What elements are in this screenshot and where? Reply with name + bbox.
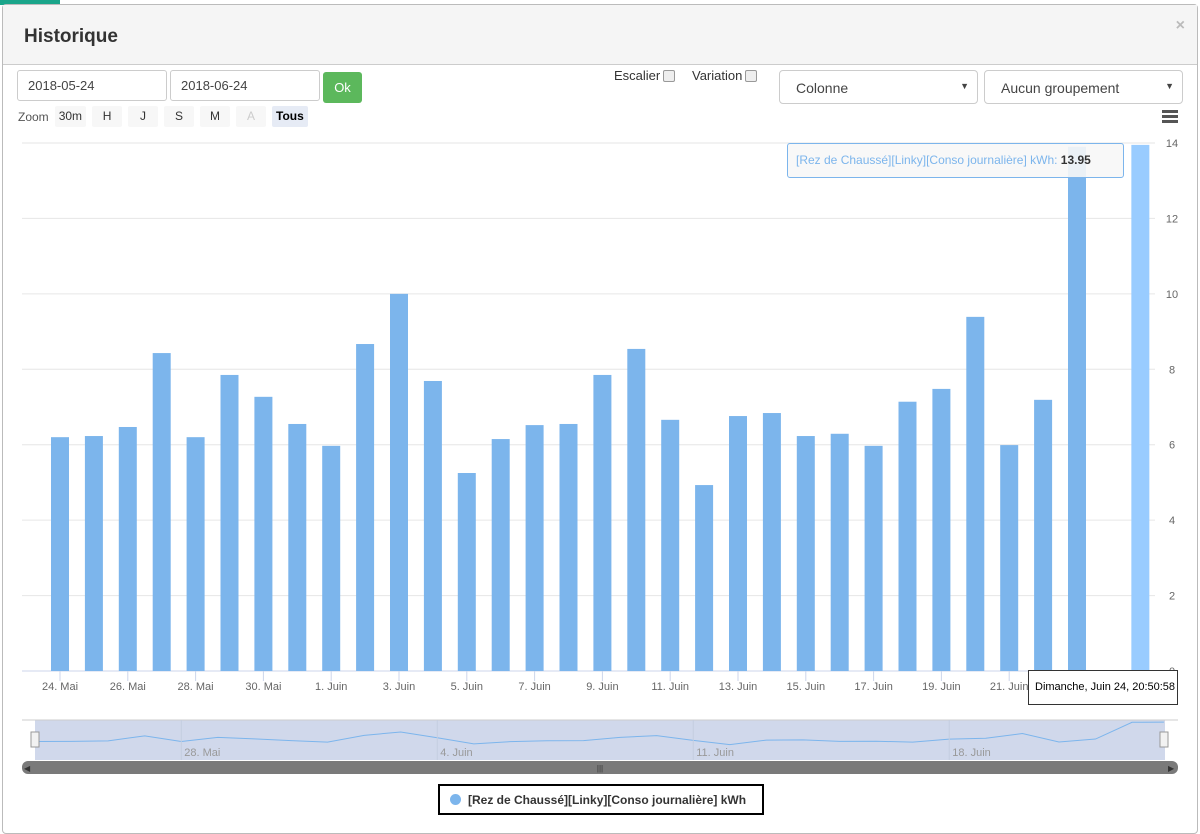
bar (356, 344, 375, 671)
x-tick-label: 17. Juin (854, 681, 893, 693)
bar (525, 425, 544, 671)
chart-legend[interactable]: [Rez de Chaussé][Linky][Conso journalièr… (438, 784, 764, 815)
bar (322, 445, 341, 671)
y-tick-label: 4 (1169, 515, 1175, 527)
navigator-handle[interactable] (1159, 731, 1169, 748)
y-tick-label: 12 (1166, 213, 1178, 225)
scroll-left-icon: ◀ (24, 764, 31, 773)
scroll-right-icon: ▶ (1168, 764, 1175, 773)
tooltip-value: 13.95 (1060, 153, 1091, 167)
y-tick-label: 10 (1166, 289, 1178, 301)
x-tick-label: 30. Mai (245, 681, 281, 693)
bar (288, 423, 307, 671)
x-tick-label: 28. Mai (178, 681, 214, 693)
bar (152, 353, 171, 671)
bar (118, 426, 137, 671)
x-axis-tooltip: Dimanche, Juin 24, 20:50:58 (1028, 670, 1178, 705)
bar (457, 473, 476, 671)
x-tick-label: 13. Juin (719, 681, 758, 693)
x-tick-label: 5. Juin (451, 681, 483, 693)
bar (661, 419, 680, 671)
scrollbar-grip-icon: ||| (597, 764, 603, 773)
navigator-tick-label: 4. Juin (440, 747, 472, 759)
bar (864, 445, 883, 671)
navigator-tick-label: 18. Juin (952, 747, 991, 759)
bar (729, 416, 747, 671)
bar (762, 413, 781, 671)
y-tick-label: 2 (1169, 591, 1175, 603)
x-tick-label: 21. Juin (990, 681, 1029, 693)
bar (1131, 144, 1150, 671)
bar (220, 374, 239, 671)
bar (1000, 445, 1019, 671)
bar (84, 436, 103, 671)
bar (186, 437, 205, 671)
bar (559, 423, 578, 671)
tooltip-series: [Rez de Chaussé][Linky][Conso journalièr… (796, 153, 1055, 167)
x-tick-label: 11. Juin (651, 681, 689, 693)
bar (254, 396, 273, 671)
bar (1034, 399, 1053, 671)
y-tick-label: 6 (1169, 440, 1175, 452)
x-tick-label: 19. Juin (922, 681, 961, 693)
x-tick-label: 15. Juin (787, 681, 826, 693)
bar (898, 401, 917, 671)
bar (830, 433, 849, 671)
navigator-tick-label: 28. Mai (184, 747, 220, 759)
x-tick-label: 1. Juin (315, 681, 347, 693)
bar (932, 388, 951, 671)
bar (593, 374, 612, 671)
legend-marker-icon (450, 794, 461, 805)
y-tick-label: 8 (1169, 364, 1175, 376)
x-tick-label: 9. Juin (586, 681, 618, 693)
history-chart: 0246810121424. Mai26. Mai28. Mai30. Mai1… (22, 138, 1178, 774)
navigator-handle[interactable] (30, 731, 40, 748)
x-tick-label: 3. Juin (383, 681, 415, 693)
bar (695, 485, 714, 671)
bar (966, 316, 985, 671)
x-tick-label: 26. Mai (110, 681, 146, 693)
y-tick-label: 14 (1166, 138, 1178, 150)
point-tooltip: [Rez de Chaussé][Linky][Conso journalièr… (787, 143, 1124, 178)
x-tick-label: 7. Juin (518, 681, 550, 693)
legend-label: [Rez de Chaussé][Linky][Conso journalièr… (468, 793, 747, 807)
bar (1068, 146, 1086, 671)
bar (491, 439, 510, 671)
bar (390, 293, 408, 671)
x-tick-label: 24. Mai (42, 681, 78, 693)
bar (423, 380, 442, 671)
bar (51, 437, 69, 671)
navigator-tick-label: 11. Juin (696, 747, 734, 759)
bar (796, 436, 815, 671)
bar (627, 348, 646, 671)
